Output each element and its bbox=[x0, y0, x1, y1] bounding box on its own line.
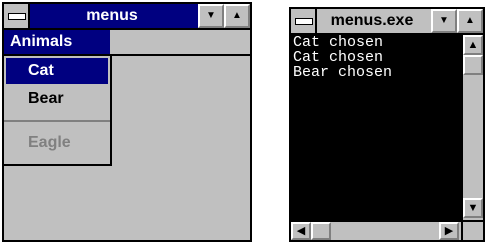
up-triangle-icon: ▲ bbox=[465, 15, 475, 26]
system-menu-icon bbox=[8, 13, 26, 20]
right-arrow-icon: ▶ bbox=[444, 225, 454, 237]
title-bar[interactable]: menus ▼ ▲ bbox=[4, 4, 250, 30]
horizontal-scroll-thumb[interactable] bbox=[311, 222, 331, 240]
horizontal-scrollbar[interactable]: ◀ ▶ bbox=[291, 220, 461, 240]
menu-item-eagle: Eagle bbox=[28, 134, 71, 151]
window-title: menus.exe bbox=[330, 12, 414, 29]
menu-separator bbox=[4, 120, 110, 122]
left-arrow-icon: ◀ bbox=[296, 225, 306, 237]
window-title: menus bbox=[86, 7, 138, 24]
console-output: Cat chosen Cat chosen Bear chosen bbox=[291, 35, 461, 220]
maximize-button[interactable]: ▲ bbox=[457, 9, 483, 33]
animals-dropdown: Cat Bear Eagle bbox=[4, 56, 112, 166]
title-bar[interactable]: menus.exe ▼ ▲ bbox=[291, 9, 483, 35]
menu-bar: Animals bbox=[4, 30, 250, 56]
menu-animals[interactable]: Animals bbox=[4, 30, 110, 54]
menu-item-cat[interactable]: Cat bbox=[6, 58, 108, 84]
system-menu-icon bbox=[295, 18, 313, 25]
down-triangle-icon: ▼ bbox=[439, 15, 449, 26]
console-window: menus.exe ▼ ▲ Cat chosen Cat chosen Bear… bbox=[289, 7, 485, 242]
console-line: Cat chosen bbox=[293, 35, 384, 51]
scroll-right-button[interactable]: ▶ bbox=[439, 222, 459, 240]
console-line: Bear chosen bbox=[293, 64, 393, 81]
system-menu-button[interactable] bbox=[4, 4, 30, 28]
minimize-button[interactable]: ▼ bbox=[198, 4, 224, 28]
down-triangle-icon: ▼ bbox=[206, 10, 216, 21]
vertical-scroll-thumb[interactable] bbox=[463, 55, 483, 75]
scroll-down-button[interactable]: ▼ bbox=[463, 198, 483, 218]
scroll-up-button[interactable]: ▲ bbox=[463, 35, 483, 55]
up-arrow-icon: ▲ bbox=[467, 39, 479, 51]
up-triangle-icon: ▲ bbox=[232, 10, 242, 21]
minimize-button[interactable]: ▼ bbox=[431, 9, 457, 33]
down-arrow-icon: ▼ bbox=[467, 202, 479, 214]
menu-item-bear[interactable]: Bear bbox=[6, 86, 108, 112]
scrollbar-corner bbox=[461, 220, 483, 240]
console-line: Cat chosen bbox=[293, 49, 384, 66]
vertical-scrollbar[interactable]: ▲ ▼ bbox=[461, 35, 483, 220]
maximize-button[interactable]: ▲ bbox=[224, 4, 250, 28]
menus-window: menus ▼ ▲ Animals Cat Bear Eagle bbox=[2, 2, 252, 242]
system-menu-button[interactable] bbox=[291, 9, 317, 33]
scroll-left-button[interactable]: ◀ bbox=[291, 222, 311, 240]
